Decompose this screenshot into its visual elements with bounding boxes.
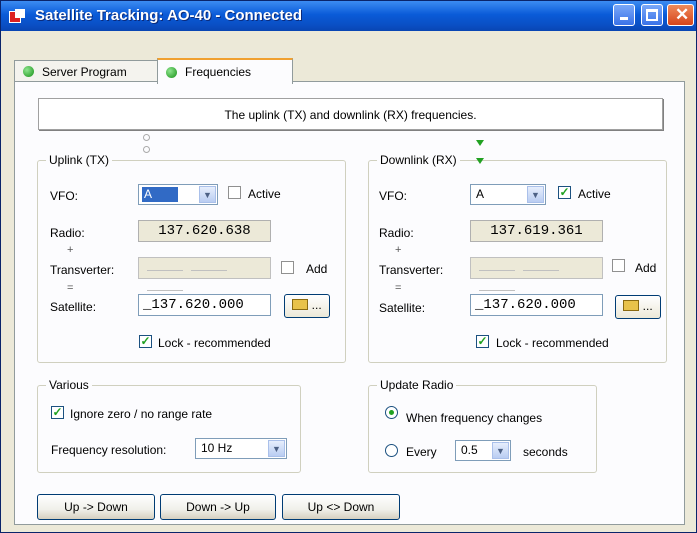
uplink-radio-frequency: 137.620.638 (138, 220, 271, 242)
update-interval-value: 0.5 (461, 443, 478, 457)
update-every-radio[interactable] (385, 444, 398, 457)
browse-label: ... (642, 299, 653, 313)
chevron-down-icon: ▼ (492, 442, 509, 459)
downlink-marker-icon (476, 158, 484, 164)
downlink-vfo-value: A (476, 187, 485, 201)
folder-icon (292, 299, 309, 311)
various-group: Various (37, 378, 301, 473)
downlink-satellite-label: Satellite: (379, 301, 426, 315)
frequency-resolution-select[interactable]: 10 Hz ▼ (195, 438, 287, 459)
uplink-marker-icon (143, 134, 150, 141)
ignore-zero-label: Ignore zero / no range rate (70, 407, 213, 421)
app-icon (9, 9, 27, 25)
various-group-label: Various (46, 378, 92, 392)
frequency-resolution-label: Frequency resolution: (51, 443, 167, 457)
plus-sign: + (395, 244, 402, 256)
downlink-browse-button[interactable]: ... (615, 295, 661, 319)
up-to-down-button[interactable]: Up -> Down (37, 494, 155, 520)
status-dot-icon (23, 66, 34, 77)
downlink-lock-checkbox[interactable]: ✓ (476, 335, 489, 348)
downlink-active-label: Active (578, 187, 611, 201)
minimize-button[interactable] (613, 4, 635, 26)
app-window: Satellite Tracking: AO-40 - Connected ✕ … (0, 0, 697, 533)
close-icon: ✕ (675, 5, 690, 24)
close-button[interactable]: ✕ (667, 4, 694, 26)
uplink-vfo-label: VFO: (50, 189, 79, 203)
equals-sign: = (395, 282, 402, 294)
title-bar[interactable]: Satellite Tracking: AO-40 - Connected ✕ (1, 1, 696, 31)
tab-server-program[interactable]: Server Program (14, 60, 158, 82)
check-icon: ✓ (52, 405, 63, 419)
downlink-vfo-label: VFO: (379, 189, 408, 203)
uplink-lock-checkbox[interactable]: ✓ (139, 335, 152, 348)
downlink-transverter-label: Transverter: (379, 263, 444, 277)
seconds-label: seconds (523, 445, 568, 459)
chevron-down-icon: ▼ (527, 186, 544, 203)
uplink-add-label: Add (306, 262, 328, 276)
uplink-active-checkbox[interactable] (228, 186, 241, 199)
equals-sign: = (67, 282, 74, 294)
uplink-satellite-frequency[interactable]: _137.620.000 (138, 294, 271, 316)
downlink-satellite-frequency[interactable]: _137.620.000 (470, 294, 603, 316)
uplink-satellite-label: Satellite: (50, 300, 97, 314)
downlink-transverter-field[interactable] (470, 257, 603, 291)
tab-label: Server Program (42, 64, 127, 79)
hint-banner: The uplink (TX) and downlink (RX) freque… (38, 98, 663, 130)
chevron-down-icon: ▼ (199, 186, 216, 203)
check-icon: ✓ (140, 334, 151, 348)
minimize-icon (620, 17, 628, 20)
uplink-vfo-select[interactable]: A ▼ (138, 184, 218, 205)
uplink-radio-label: Radio: (50, 226, 85, 240)
chevron-down-icon: ▼ (268, 440, 285, 457)
downlink-radio-label: Radio: (379, 226, 414, 240)
browse-label: ... (311, 298, 322, 312)
ignore-zero-checkbox[interactable]: ✓ (51, 406, 64, 419)
uplink-active-label: Active (248, 187, 281, 201)
downlink-radio-frequency: 137.619.361 (470, 220, 603, 242)
downlink-vfo-select[interactable]: A ▼ (470, 184, 546, 205)
check-icon: ✓ (477, 334, 488, 348)
downlink-active-checkbox[interactable]: ✓ (558, 186, 571, 199)
downlink-group-label: Downlink (RX) (377, 153, 460, 167)
downlink-lock-label: Lock - recommended (496, 336, 609, 350)
status-dot-icon (166, 66, 177, 78)
uplink-add-checkbox[interactable] (281, 261, 294, 274)
update-on-change-label: When frequency changes (406, 411, 543, 425)
uplink-vfo-value: A (142, 187, 179, 202)
folder-icon (623, 300, 640, 312)
uplink-lock-label: Lock - recommended (158, 336, 271, 350)
tab-label: Frequencies (185, 65, 252, 79)
uplink-marker-icon (143, 146, 150, 153)
swap-up-down-button[interactable]: Up <> Down (282, 494, 400, 520)
uplink-transverter-label: Transverter: (50, 263, 115, 277)
tab-frequencies[interactable]: Frequencies (157, 58, 293, 84)
frequency-resolution-value: 10 Hz (201, 441, 233, 455)
plus-sign: + (67, 244, 74, 256)
uplink-browse-button[interactable]: ... (284, 294, 330, 318)
down-to-up-button[interactable]: Down -> Up (160, 494, 276, 520)
maximize-icon (646, 9, 658, 21)
downlink-marker-icon (476, 140, 484, 146)
update-radio-group-label: Update Radio (377, 378, 457, 392)
update-on-change-radio[interactable] (385, 406, 398, 419)
check-icon: ✓ (559, 185, 570, 199)
maximize-button[interactable] (641, 4, 663, 26)
uplink-group-label: Uplink (TX) (46, 153, 113, 167)
downlink-add-label: Add (635, 261, 657, 275)
downlink-add-checkbox[interactable] (612, 259, 625, 272)
tab-strip: Server Program Frequencies (14, 58, 684, 84)
window-title: Satellite Tracking: AO-40 - Connected (35, 7, 303, 24)
uplink-transverter-field[interactable] (138, 257, 271, 291)
update-every-label: Every (406, 445, 437, 459)
update-interval-select[interactable]: 0.5 ▼ (455, 440, 511, 461)
